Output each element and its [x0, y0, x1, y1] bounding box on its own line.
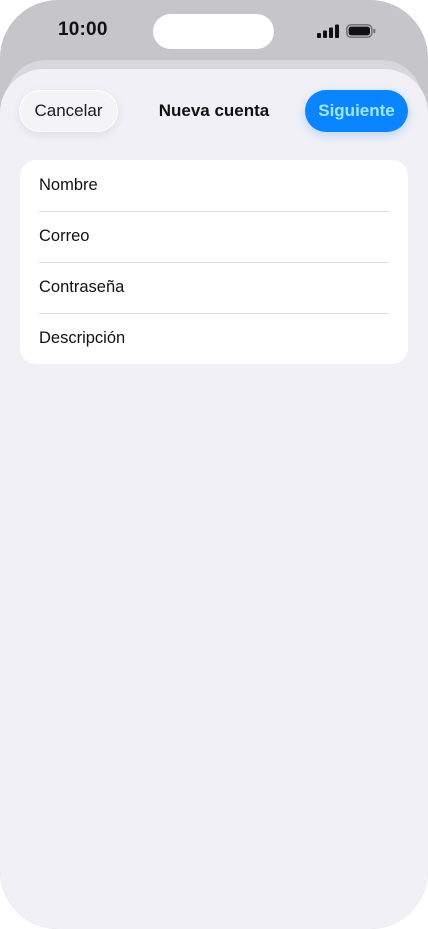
name-field[interactable] — [39, 176, 379, 195]
form-row-password — [20, 262, 408, 313]
form-row-email — [20, 211, 408, 262]
battery-icon — [346, 24, 376, 38]
email-field[interactable] — [39, 227, 379, 246]
description-field[interactable] — [39, 329, 379, 348]
account-form — [20, 160, 408, 364]
form-row-name — [20, 160, 408, 211]
dynamic-island — [153, 14, 274, 49]
device-screen: 10:00 Cancelar Nueva cuenta Siguiente — [0, 0, 428, 929]
next-button[interactable]: Siguiente — [305, 90, 408, 132]
status-time: 10:00 — [58, 19, 108, 40]
password-field[interactable] — [39, 278, 379, 297]
form-row-description — [20, 313, 408, 364]
cellular-signal-icon — [317, 24, 339, 38]
new-account-sheet: Cancelar Nueva cuenta Siguiente — [0, 69, 428, 929]
